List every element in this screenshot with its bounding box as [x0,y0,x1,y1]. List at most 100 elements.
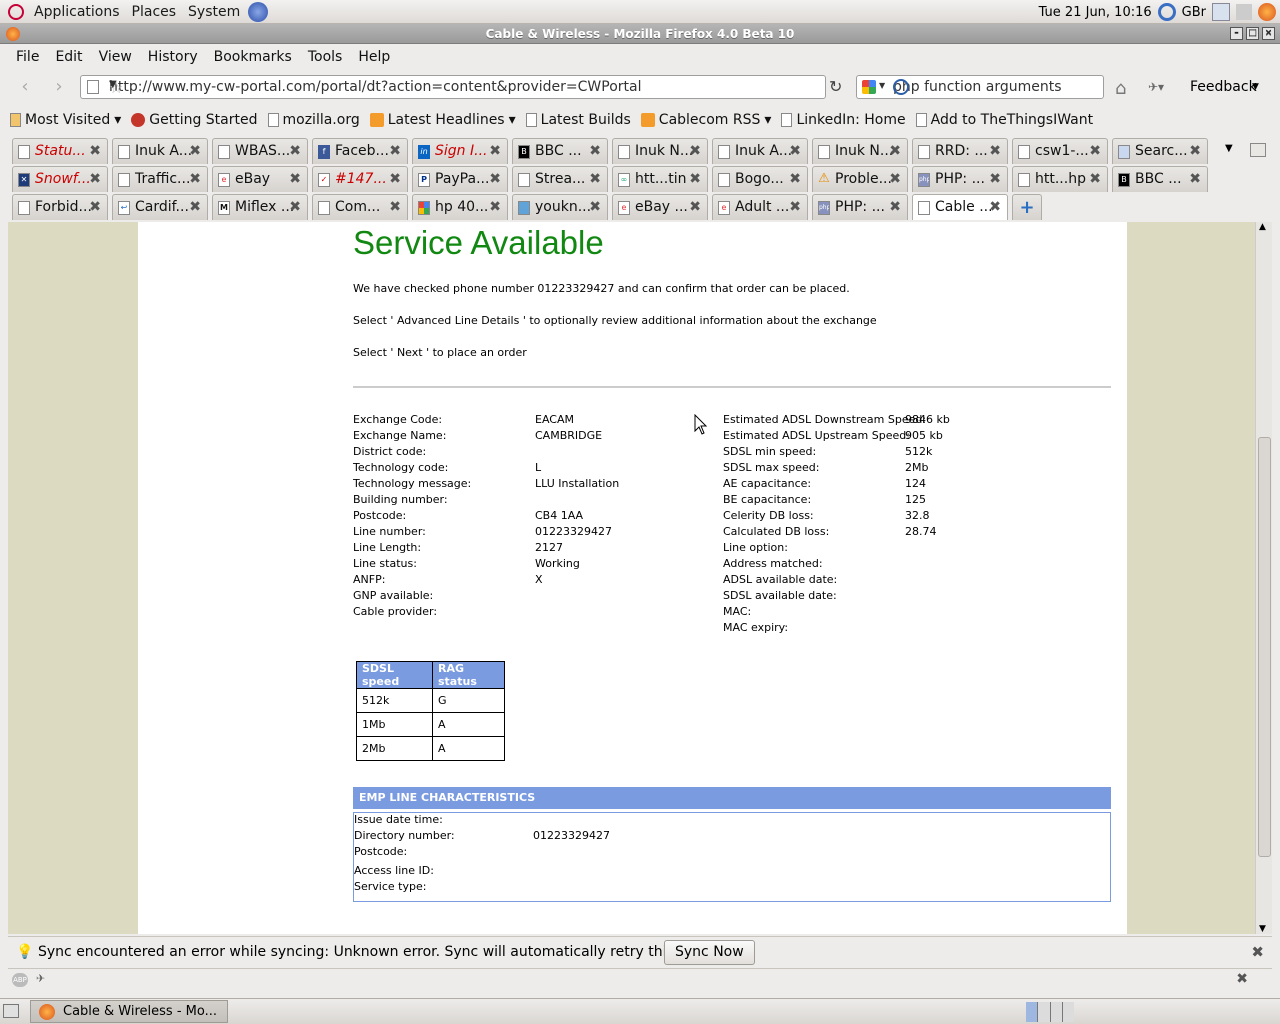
list-all-tabs-icon[interactable]: ▼ [1225,143,1233,154]
workspace-4[interactable] [1062,1002,1074,1022]
reload-icon[interactable]: ↻ [829,77,842,96]
bookmark-most-visited[interactable]: Most Visited ▾ [10,112,121,128]
tab-close-icon[interactable]: ✖ [489,195,501,220]
bookmark-add-to-thethingsiwant[interactable]: Add to TheThingsIWant [915,112,1093,128]
tab[interactable]: RRD: ... ✖ [912,138,1008,164]
tab[interactable]: Searc... ✖ [1112,138,1208,164]
close-addon-bar-icon[interactable]: ✖ [1236,971,1248,987]
tab-close-icon[interactable]: ✖ [189,139,201,164]
scroll-down-icon[interactable]: ▼ [1259,924,1266,934]
tab-close-icon[interactable]: ✖ [1089,167,1101,192]
places-menu[interactable]: Places [126,4,183,20]
debian-logo-icon[interactable] [8,3,24,20]
scrollbar-thumb[interactable] [1258,437,1271,857]
search-tool-icon[interactable] [1212,3,1230,21]
vertical-scrollbar[interactable]: ▲ ▼ [1255,222,1272,934]
tab-close-icon[interactable]: ✖ [389,139,401,164]
tab-close-icon[interactable]: ✖ [789,139,801,164]
sync-now-button[interactable]: Sync Now [664,940,755,965]
tray-icon[interactable] [1236,4,1252,20]
url-bar[interactable]: http://www.my-cw-portal.com/portal/dt?ac… [80,75,826,99]
minimize-button[interactable]: – [1230,27,1243,40]
feedback-dropdown-icon[interactable]: ▼ [1252,82,1259,92]
tab[interactable]: Inuk A... ✖ [112,138,208,164]
tab[interactable]: ✕ Snowf... ✖ [12,166,108,192]
tab[interactable]: B BBC ... ✖ [1112,166,1208,192]
menu-view[interactable]: View [91,49,140,65]
tab[interactable]: B BBC ... ✖ [512,138,608,164]
tab-close-icon[interactable]: ✖ [89,167,101,192]
tab-close-icon[interactable]: ✖ [189,195,201,220]
scroll-up-icon[interactable]: ▲ [1259,222,1266,232]
bookmark-latest-builds[interactable]: Latest Builds [525,112,631,128]
tab-close-icon[interactable]: ✖ [289,167,301,192]
adblock-icon[interactable]: ABP [12,973,28,987]
tab[interactable]: ∞ htt...tin ✖ [612,166,708,192]
tab[interactable]: Strea... ✖ [512,166,608,192]
tab-close-icon[interactable]: ✖ [889,139,901,164]
tab[interactable]: php PHP: ... ✖ [812,194,908,220]
tab-close-icon[interactable]: ✖ [789,167,801,192]
tab-close-icon[interactable]: ✖ [689,195,701,220]
new-tab-button[interactable]: + [1012,194,1042,220]
addon-icon[interactable]: ✈ [36,972,45,985]
tab[interactable]: Bogo... ✖ [712,166,808,192]
menu-help[interactable]: Help [350,49,398,65]
web-browser-launcher-icon[interactable] [248,1,269,22]
bookmark-getting-started[interactable]: Getting Started [131,112,258,128]
menu-file[interactable]: File [8,49,47,65]
tab[interactable]: csw1-... ✖ [1012,138,1108,164]
tab-close-icon[interactable]: ✖ [989,167,1001,192]
tab-close-icon[interactable]: ✖ [1189,167,1201,192]
window-titlebar[interactable]: Cable & Wireless - Mozilla Firefox 4.0 B… [0,24,1280,44]
tab[interactable]: htt...hp ✖ [1012,166,1108,192]
tab[interactable]: e eBay ... ✖ [612,194,708,220]
forward-button[interactable]: › [48,78,70,98]
tab[interactable]: ↩ Cardif... ✖ [112,194,208,220]
tab[interactable]: M Miflex ... ✖ [212,194,308,220]
tab[interactable]: php PHP: ... ✖ [912,166,1008,192]
tab[interactable]: Inuk A... ✖ [712,138,808,164]
search-bar[interactable]: ▼ php function arguments [856,75,1104,99]
bookmark-linkedin[interactable]: LinkedIn: Home [781,112,906,128]
tab-close-icon[interactable]: ✖ [989,139,1001,164]
tab-close-icon[interactable]: ✖ [789,195,801,220]
tab-close-icon[interactable]: ✖ [989,195,1001,220]
clock[interactable]: Tue 21 Jun, 10:16 [1039,5,1152,20]
tab[interactable]: Traffic... ✖ [112,166,208,192]
menu-bookmarks[interactable]: Bookmarks [206,49,300,65]
tab[interactable]: ⚠ Proble... ✖ [812,166,908,192]
tab[interactable]: hp 40... ✖ [412,194,508,220]
tab[interactable]: WBAS... ✖ [212,138,308,164]
search-go-icon[interactable] [893,79,909,95]
tab-close-icon[interactable]: ✖ [389,167,401,192]
tab[interactable]: Inuk N... ✖ [812,138,908,164]
tab[interactable]: Statu... ✖ [12,138,108,164]
maximize-button[interactable]: □ [1246,27,1259,40]
feedback-button[interactable]: Feedback [1190,79,1257,95]
tab-close-icon[interactable]: ✖ [589,195,601,220]
sync-icon[interactable] [1157,3,1176,21]
url-dropdown-icon[interactable]: ▼ [109,79,822,90]
close-notification-icon[interactable]: ✖ [1251,943,1264,961]
tab-close-icon[interactable]: ✖ [489,139,501,164]
menu-tools[interactable]: Tools [300,49,351,65]
page-identity-icon[interactable] [87,80,99,94]
addon-bar-icon[interactable]: ✈▾ [1148,80,1164,94]
tab[interactable]: e Adult ... ✖ [712,194,808,220]
tab-close-icon[interactable]: ✖ [1089,139,1101,164]
tab[interactable]: Inuk N... ✖ [612,138,708,164]
applications-menu[interactable]: Applications [28,4,126,20]
tab-active[interactable]: Cable ... ✖ [912,194,1008,220]
google-engine-icon[interactable] [862,80,876,94]
bookmark-cablecom-rss[interactable]: Cablecom RSS ▾ [640,112,771,128]
tab-close-icon[interactable]: ✖ [289,139,301,164]
bookmark-mozilla[interactable]: mozilla.org [267,112,360,128]
tab-close-icon[interactable]: ✖ [589,139,601,164]
close-window-button[interactable]: × [1262,27,1275,40]
tab[interactable]: Com... ✖ [312,194,408,220]
tab-close-icon[interactable]: ✖ [689,139,701,164]
tab-groups-icon[interactable] [1250,143,1266,157]
menu-edit[interactable]: Edit [47,49,90,65]
tab[interactable]: e eBay ✖ [212,166,308,192]
